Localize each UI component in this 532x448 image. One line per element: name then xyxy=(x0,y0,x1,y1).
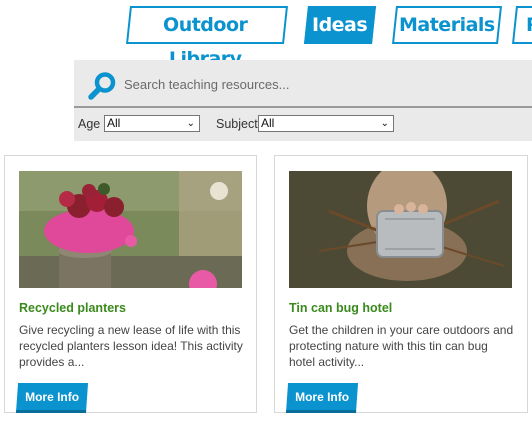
card-title[interactable]: Tin can bug hotel xyxy=(289,301,392,315)
search-panel: Age All ⌄ Subject All ⌄ xyxy=(74,60,532,141)
tab-outdoor-library[interactable]: Outdoor Library xyxy=(126,6,288,70)
tab-materials[interactable]: Materials xyxy=(392,6,502,44)
subject-select-value: All xyxy=(261,116,275,130)
age-select[interactable]: All ⌄ xyxy=(104,115,200,132)
tab-label: R xyxy=(526,14,532,36)
card-image-tin-can-bug-hotel[interactable] xyxy=(289,171,512,288)
tab-ideas[interactable]: Ideas xyxy=(304,6,376,44)
age-filter-label: Age xyxy=(78,117,101,131)
subject-filter-label: Subject xyxy=(216,117,258,131)
search-icon[interactable] xyxy=(87,71,117,101)
resource-card: Tin can bug hotel Get the children in yo… xyxy=(274,155,528,413)
button-label: More Info xyxy=(295,390,350,404)
more-info-button[interactable]: More Info xyxy=(285,383,359,413)
search-row xyxy=(74,60,532,108)
chevron-down-icon: ⌄ xyxy=(380,118,389,129)
chevron-down-icon: ⌄ xyxy=(186,118,195,129)
tab-cut-off[interactable]: R xyxy=(512,6,532,44)
card-description: Get the children in your care outdoors a… xyxy=(289,323,514,369)
button-label: More Info xyxy=(25,390,80,404)
subject-select[interactable]: All ⌄ xyxy=(258,115,394,132)
tab-label: Materials xyxy=(399,14,495,36)
more-info-button[interactable]: More Info xyxy=(15,383,89,413)
card-title[interactable]: Recycled planters xyxy=(19,301,126,315)
tab-label: Ideas xyxy=(312,14,368,36)
search-input[interactable] xyxy=(124,73,504,95)
age-select-value: All xyxy=(107,116,121,130)
card-image-recycled-planters[interactable] xyxy=(19,171,242,288)
card-description: Give recycling a new lease of life with … xyxy=(19,323,243,369)
resource-card: Recycled planters Give recycling a new l… xyxy=(4,155,257,413)
main-nav: Outdoor Library Ideas Materials R xyxy=(0,0,532,70)
